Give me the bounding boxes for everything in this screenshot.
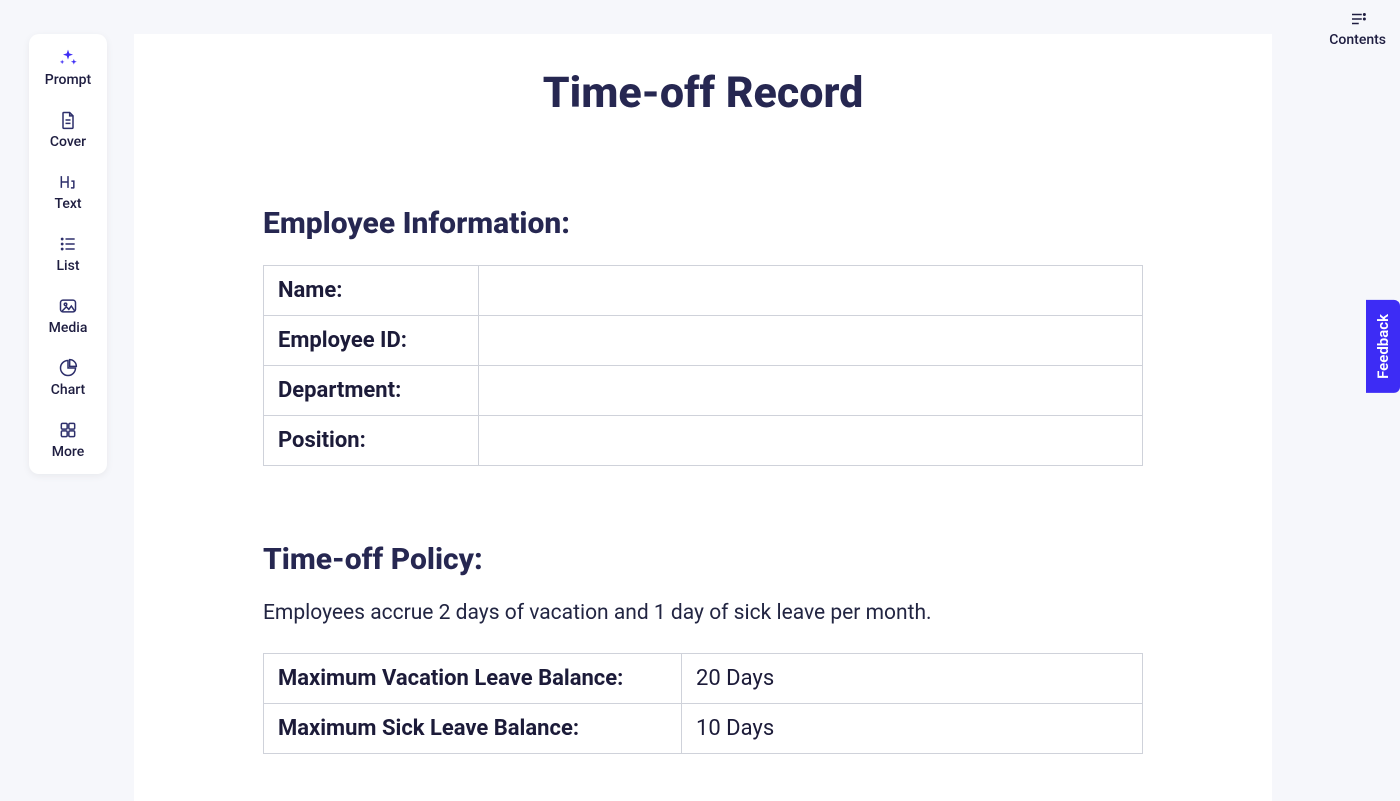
feedback-tab[interactable]: Feedback bbox=[1366, 300, 1400, 393]
table-row: Employee ID: bbox=[264, 316, 1143, 366]
heading-icon bbox=[58, 172, 78, 192]
employee-info-table: Name: Employee ID: Department: Position: bbox=[263, 265, 1143, 466]
field-label: Position: bbox=[264, 416, 479, 466]
field-value[interactable] bbox=[479, 416, 1143, 466]
sidebar-item-label: List bbox=[57, 258, 80, 274]
media-icon bbox=[58, 296, 78, 316]
policy-heading: Time-off Policy: bbox=[263, 542, 1143, 577]
table-row: Department: bbox=[264, 366, 1143, 416]
contents-icon bbox=[1348, 10, 1368, 28]
table-row: Name: bbox=[264, 266, 1143, 316]
field-label: Maximum Vacation Leave Balance: bbox=[264, 654, 682, 704]
table-row: Maximum Sick Leave Balance: 10 Days bbox=[264, 704, 1143, 754]
contents-toggle[interactable]: Contents bbox=[1329, 10, 1386, 48]
field-value: 10 Days bbox=[682, 704, 1143, 754]
sidebar-item-cover[interactable]: Cover bbox=[29, 110, 107, 150]
sidebar-item-label: Prompt bbox=[45, 72, 91, 88]
sparkle-icon bbox=[58, 48, 78, 68]
left-sidebar: Prompt Cover Text List Media Chart Mor bbox=[29, 34, 107, 474]
field-label: Employee ID: bbox=[264, 316, 479, 366]
sidebar-item-chart[interactable]: Chart bbox=[29, 358, 107, 398]
sidebar-item-label: Text bbox=[54, 196, 81, 212]
field-label: Name: bbox=[264, 266, 479, 316]
sidebar-item-label: Cover bbox=[50, 134, 86, 150]
field-value[interactable] bbox=[479, 366, 1143, 416]
page-title: Time-off Record bbox=[263, 68, 1143, 118]
employee-info-heading: Employee Information: bbox=[263, 206, 1143, 241]
policy-description: Employees accrue 2 days of vacation and … bbox=[263, 601, 1143, 625]
table-row: Position: bbox=[264, 416, 1143, 466]
policy-table: Maximum Vacation Leave Balance: 20 Days … bbox=[263, 653, 1143, 754]
field-value[interactable] bbox=[479, 316, 1143, 366]
sidebar-item-label: Chart bbox=[51, 382, 85, 398]
sidebar-item-media[interactable]: Media bbox=[29, 296, 107, 336]
contents-label: Contents bbox=[1329, 32, 1386, 48]
grid-icon bbox=[58, 420, 78, 440]
field-label: Maximum Sick Leave Balance: bbox=[264, 704, 682, 754]
sidebar-item-more[interactable]: More bbox=[29, 420, 107, 460]
page-icon bbox=[58, 110, 78, 130]
sidebar-item-list[interactable]: List bbox=[29, 234, 107, 274]
list-icon bbox=[58, 234, 78, 254]
field-value[interactable] bbox=[479, 266, 1143, 316]
pie-chart-icon bbox=[58, 358, 78, 378]
document-canvas: Time-off Record Employee Information: Na… bbox=[134, 34, 1272, 801]
sidebar-item-prompt[interactable]: Prompt bbox=[29, 48, 107, 88]
sidebar-item-label: Media bbox=[49, 320, 88, 336]
field-label: Department: bbox=[264, 366, 479, 416]
document-inner: Time-off Record Employee Information: Na… bbox=[263, 68, 1143, 754]
sidebar-item-text[interactable]: Text bbox=[29, 172, 107, 212]
sidebar-item-label: More bbox=[52, 444, 85, 460]
feedback-label: Feedback bbox=[1374, 314, 1392, 379]
table-row: Maximum Vacation Leave Balance: 20 Days bbox=[264, 654, 1143, 704]
field-value: 20 Days bbox=[682, 654, 1143, 704]
